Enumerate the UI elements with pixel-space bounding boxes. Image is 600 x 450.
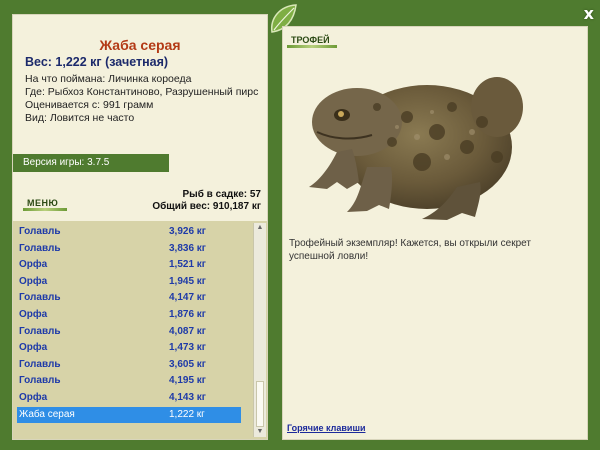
- catch-fish-name: Орфа: [19, 392, 48, 403]
- catch-fish-weight: 4,147 кг: [169, 292, 206, 304]
- trophy-underline: [287, 45, 337, 48]
- catch-list-item[interactable]: Жаба серая 1,222 кг: [17, 406, 241, 423]
- game-version: Версия игры: 3.7.5: [13, 154, 169, 172]
- catch-fish-name: Орфа: [19, 309, 48, 320]
- keepnet-stats: Рыб в садке: 57 Общий вес: 910,187 кг: [152, 189, 261, 213]
- fish-bait: На что поймана: Личинка короеда: [25, 73, 192, 85]
- trophy-tab[interactable]: ТРОФЕЙ: [291, 35, 330, 45]
- catch-list-item[interactable]: Орфа 1,945 кг: [17, 274, 241, 290]
- catch-fish-weight: 1,521 кг: [169, 259, 206, 271]
- catch-list-item[interactable]: Орфа 4,143 кг: [17, 390, 241, 406]
- trophy-message: Трофейный экземпляр! Кажется, вы открыли…: [289, 238, 531, 262]
- catch-fish-name: Голавль: [19, 226, 61, 237]
- fish-count: Рыб в садке: 57: [182, 189, 261, 200]
- catch-fish-name: Голавль: [19, 242, 61, 254]
- fish-info-panel: Жаба серая Вес: 1,222 кг (зачетная) На ч…: [12, 14, 268, 440]
- catch-list-item[interactable]: Голавль 4,147 кг: [17, 290, 241, 306]
- menu-underline: [23, 208, 67, 211]
- fish-name: Жаба серая: [99, 37, 181, 53]
- catch-list-item[interactable]: Голавль 4,087 кг: [17, 324, 241, 340]
- catch-list-scrollbar[interactable]: ▲ ▼: [253, 223, 266, 437]
- fish-species: Вид: Ловится не часто: [25, 112, 135, 124]
- hotkeys-link[interactable]: Горячие клавиши: [287, 423, 365, 433]
- catch-fish-weight: 3,836 кг: [169, 242, 206, 254]
- catch-list-item[interactable]: Орфа 1,473 кг: [17, 340, 241, 356]
- trophy-panel: ТРОФЕЙ Трофейный экземпляр! Кажется, вы …: [282, 26, 588, 440]
- window-frame: x Жаба серая Вес: 1,222 кг (зачетная) На…: [0, 0, 600, 450]
- close-button[interactable]: x: [584, 4, 594, 23]
- catch-fish-weight: 1,222 кг: [169, 408, 205, 420]
- catch-list[interactable]: Голавль 3,926 кг Голавль 3,836 кг Орфа 1,521 …: [13, 221, 267, 439]
- menu-button[interactable]: МЕНЮ: [27, 198, 58, 208]
- catch-fish-name: Голавль: [19, 375, 61, 387]
- catch-fish-weight: 1,876 кг: [169, 309, 206, 320]
- catch-list-item[interactable]: Орфа 1,521 кг: [17, 257, 241, 273]
- catch-fish-weight: 4,195 кг: [169, 375, 206, 387]
- fish-weight: Вес: 1,222 кг (зачетная): [25, 55, 169, 69]
- catch-fish-name: Голавль: [19, 358, 61, 370]
- catch-fish-weight: 1,945 кг: [169, 275, 206, 287]
- fish-location: Где: Рыбхоз Константиново, Разрушенный п…: [25, 86, 259, 98]
- scroll-up-icon[interactable]: ▲: [254, 223, 266, 233]
- catch-fish-weight: 3,605 кг: [169, 358, 206, 370]
- catch-fish-name: Жаба серая: [19, 408, 75, 420]
- catch-fish-name: Орфа: [19, 342, 48, 354]
- catch-list-item[interactable]: Голавль 4,195 кг: [17, 373, 241, 389]
- catch-list-item[interactable]: Орфа 1,876 кг: [17, 307, 241, 323]
- catch-fish-weight: 3,926 кг: [169, 226, 206, 237]
- catch-list-item[interactable]: Голавль 3,926 кг: [17, 224, 241, 240]
- toad-image: [309, 77, 523, 220]
- catch-fish-name: Орфа: [19, 259, 48, 271]
- catch-fish-weight: 1,473 кг: [169, 342, 206, 354]
- total-weight: Общий вес: 910,187 кг: [152, 201, 261, 212]
- catch-list-item[interactable]: Голавль 3,605 кг: [17, 357, 241, 373]
- catch-fish-name: Голавль: [19, 292, 61, 304]
- catch-list-item[interactable]: Голавль 3,836 кг: [17, 241, 241, 257]
- fish-details: На что поймана: Личинка короеда Где: Рыб…: [25, 73, 260, 125]
- catch-fish-weight: 4,087 кг: [169, 325, 206, 337]
- catch-fish-name: Орфа: [19, 275, 48, 287]
- catch-fish-name: Голавль: [19, 325, 61, 337]
- scroll-down-icon[interactable]: ▼: [254, 427, 266, 437]
- catch-fish-weight: 4,143 кг: [169, 392, 206, 403]
- fish-estimated: Оценивается с: 991 грамм: [25, 99, 154, 111]
- scroll-thumb[interactable]: [256, 381, 264, 427]
